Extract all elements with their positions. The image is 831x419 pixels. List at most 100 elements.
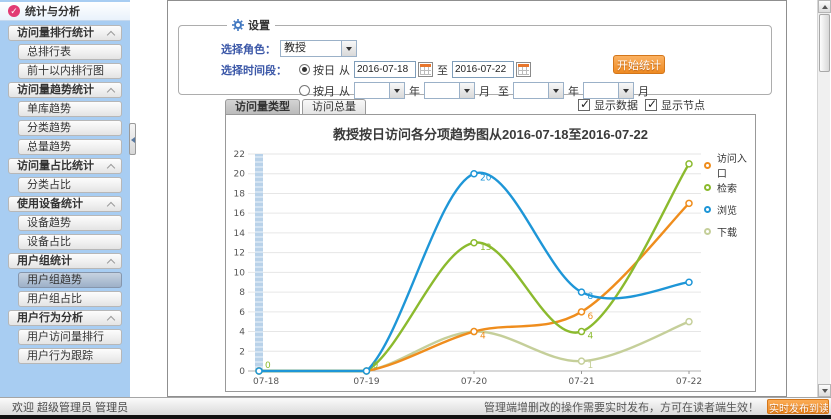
- svg-text:12: 12: [234, 249, 245, 259]
- sidebar-header: ✓ 统计与分析: [0, 2, 130, 21]
- tab-0[interactable]: 访问量类型: [225, 99, 300, 115]
- from-label: 从: [339, 83, 350, 99]
- tab-bar: 访问量类型访问总量: [225, 99, 366, 115]
- sidebar-item[interactable]: 用户访问量排行: [18, 329, 122, 345]
- chevron-up-icon: [107, 259, 115, 267]
- tab-1[interactable]: 访问总量: [302, 99, 366, 115]
- welcome-text: 欢迎 超级管理员 管理员: [12, 399, 128, 415]
- by-month-radio[interactable]: [299, 85, 310, 96]
- sidebar-item[interactable]: 设备趋势: [18, 215, 122, 231]
- chevron-up-icon: [107, 202, 115, 210]
- svg-text:07-20: 07-20: [461, 377, 487, 387]
- to-month-value: [584, 83, 618, 98]
- scroll-down-button[interactable]: [818, 384, 831, 397]
- sidebar-item[interactable]: 用户组占比: [18, 291, 122, 307]
- to-month-arrow[interactable]: [618, 83, 633, 98]
- role-row: 选择角色： 教授: [221, 39, 771, 58]
- legend-label: 下载: [717, 224, 737, 239]
- chart-legend: 访问入口检索浏览下载: [704, 154, 755, 242]
- scrollbar-thumb[interactable]: [819, 14, 830, 72]
- sidebar-item[interactable]: 分类趋势: [18, 120, 122, 136]
- svg-text:07-21: 07-21: [568, 377, 594, 387]
- sidebar-item[interactable]: 用户行为跟踪: [18, 348, 122, 364]
- to-label: 至: [498, 83, 509, 99]
- legend-marker-icon: [704, 162, 711, 169]
- show-nodes-checkbox[interactable]: [645, 99, 657, 111]
- from-year-value: [355, 83, 389, 98]
- svg-text:13: 13: [480, 243, 491, 253]
- svg-text:07-22: 07-22: [676, 377, 702, 387]
- role-select-value: 教授: [281, 41, 341, 56]
- role-select[interactable]: 教授: [280, 40, 357, 57]
- chevron-down-icon: [553, 89, 559, 93]
- from-month-arrow[interactable]: [459, 83, 474, 98]
- legend-item[interactable]: 浏览: [704, 198, 755, 220]
- sidebar-collapse-handle[interactable]: [129, 123, 136, 155]
- by-day-radio[interactable]: [299, 64, 310, 75]
- chevron-up-icon: [107, 316, 115, 324]
- svg-text:14: 14: [234, 229, 246, 239]
- time-by-day-row: 选择时间段： 按日 从 至: [221, 60, 771, 79]
- start-statistics-button[interactable]: 开始统计: [613, 55, 665, 74]
- bottom-edge: [0, 415, 831, 419]
- sidebar-item[interactable]: 分类占比: [18, 177, 122, 193]
- show-nodes-checkbox-row: 显示节点: [645, 97, 705, 113]
- from-month-select[interactable]: [424, 82, 475, 99]
- from-year-select[interactable]: [354, 82, 405, 99]
- role-select-arrow[interactable]: [341, 41, 356, 56]
- date-to-input[interactable]: [452, 61, 514, 78]
- show-data-checkbox-row: 显示数据: [578, 97, 638, 113]
- to-year-select[interactable]: [513, 82, 564, 99]
- role-label: 选择角色：: [221, 41, 276, 57]
- sidebar-item[interactable]: 用户组趋势: [18, 272, 122, 288]
- sidebar-group-0[interactable]: 访问量排行统计: [8, 25, 122, 41]
- legend-marker-icon: [704, 206, 711, 213]
- svg-text:0: 0: [265, 361, 271, 371]
- sidebar-item[interactable]: 设备占比: [18, 234, 122, 250]
- sidebar-item[interactable]: 单库趋势: [18, 101, 122, 117]
- legend-label: 检索: [717, 180, 737, 195]
- chevron-down-icon: [346, 47, 352, 51]
- gear-icon: [232, 19, 244, 31]
- calendar-icon[interactable]: [516, 62, 531, 77]
- settings-legend: 设置: [227, 17, 275, 33]
- sidebar-group-2[interactable]: 访问量占比统计: [8, 158, 122, 174]
- time-label: 选择时间段：: [221, 62, 287, 78]
- collapse-arrow-icon: [131, 137, 135, 143]
- svg-text:07-18: 07-18: [253, 377, 279, 387]
- publish-button[interactable]: 实时发布到读者端: [767, 399, 829, 414]
- sidebar-item[interactable]: 总排行表: [18, 44, 122, 60]
- svg-text:07-19: 07-19: [353, 377, 379, 387]
- by-month-label: 按月: [313, 83, 335, 99]
- date-from-input[interactable]: [354, 61, 416, 78]
- trend-line-chart: 024681012141618202207-1807-1907-2007-210…: [226, 115, 755, 391]
- scroll-up-button[interactable]: [818, 0, 831, 13]
- legend-label: 访问入口: [717, 150, 755, 180]
- sidebar-item[interactable]: 总量趋势: [18, 139, 122, 155]
- sidebar-group-4[interactable]: 用户组统计: [8, 253, 122, 269]
- to-year-arrow[interactable]: [548, 83, 563, 98]
- triangle-up-icon: [822, 5, 828, 9]
- from-year-arrow[interactable]: [389, 83, 404, 98]
- legend-item[interactable]: 下载: [704, 220, 755, 242]
- page: ✓ 统计与分析 访问量排行统计总排行表前十以内排行图访问量趋势统计单库趋势分类趋…: [0, 0, 831, 419]
- sidebar-item[interactable]: 前十以内排行图: [18, 63, 122, 79]
- sidebar-group-5[interactable]: 用户行为分析: [8, 310, 122, 326]
- sidebar-group-3[interactable]: 使用设备统计: [8, 196, 122, 212]
- show-data-label: 显示数据: [594, 97, 638, 113]
- svg-text:20: 20: [234, 170, 246, 180]
- svg-text:0: 0: [239, 367, 245, 377]
- svg-text:8: 8: [588, 292, 594, 302]
- show-data-checkbox[interactable]: [578, 99, 590, 111]
- svg-text:18: 18: [234, 189, 246, 199]
- svg-text:1: 1: [588, 361, 594, 371]
- sidebar-group-1[interactable]: 访问量趋势统计: [8, 82, 122, 98]
- to-label: 至: [437, 62, 448, 78]
- to-year-value: [514, 83, 548, 98]
- vertical-scrollbar[interactable]: [817, 0, 830, 397]
- publish-notice-text: 管理端增删改的操作需要实时发布，方可在读者端生效！: [484, 399, 759, 415]
- chart-container: 教授按日访问各分项趋势图从2016-07-18至2016-07-22 02468…: [225, 114, 756, 392]
- legend-item[interactable]: 访问入口: [704, 154, 755, 176]
- legend-marker-icon: [704, 184, 711, 191]
- calendar-icon[interactable]: [418, 62, 433, 77]
